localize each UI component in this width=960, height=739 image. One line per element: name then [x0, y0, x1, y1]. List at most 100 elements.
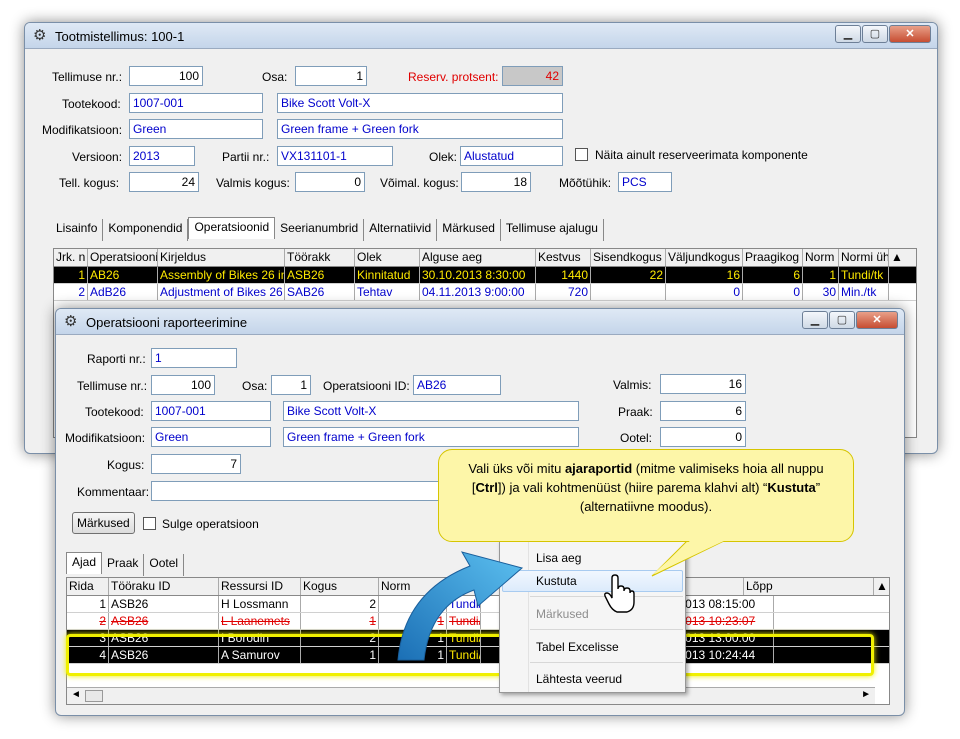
unit-field[interactable]: PCS [618, 172, 672, 192]
scroll-thumb[interactable] [85, 690, 103, 702]
maximize-button[interactable]: ▢ [862, 25, 888, 43]
done-field[interactable]: 16 [660, 374, 746, 394]
order-no-field[interactable]: 100 [129, 66, 203, 86]
scrap-field[interactable]: 6 [660, 401, 746, 421]
tab-alternatiivid[interactable]: Alternatiivid [364, 219, 438, 241]
product-name-field[interactable]: Bike Scott Volt-X [277, 93, 563, 113]
report-titlebar[interactable]: ⚙ Operatsiooni raporteerimine ▁ ▢ ✕ [56, 309, 904, 335]
close-operation-checkbox[interactable] [143, 517, 156, 530]
cell: 30.10.2013 8:30:00 [420, 267, 536, 283]
col-header[interactable]: Olek [355, 249, 420, 266]
modification-label: Modifikatsioon: [65, 431, 146, 445]
close-button[interactable]: ✕ [856, 311, 898, 329]
menu-item-export-excel[interactable]: Tabel Excelisse [536, 640, 619, 654]
reserve-field: 42 [502, 66, 563, 86]
col-header[interactable]: Kogus [301, 578, 379, 595]
part-field[interactable]: 1 [271, 375, 311, 395]
table-row[interactable]: 1 AB26 Assembly of Bikes 26 in ASB26 Kin… [54, 267, 916, 284]
waiting-field[interactable]: 0 [660, 427, 746, 447]
done-qty-field[interactable]: 0 [295, 172, 365, 192]
qty-field[interactable]: 7 [151, 454, 241, 474]
modification-field[interactable]: Green [151, 427, 271, 447]
col-header[interactable]: Lõpp [744, 578, 874, 595]
order-qty-field[interactable]: 24 [129, 172, 199, 192]
notes-button[interactable]: Märkused [72, 512, 135, 534]
menu-item-reset-columns[interactable]: Lähtesta veerud [536, 672, 622, 686]
batch-no-field[interactable]: VX131101-1 [277, 146, 393, 166]
close-button[interactable]: ✕ [889, 25, 931, 43]
order-no-label: Tellimuse nr.: [52, 70, 123, 84]
scroll-right-arrow[interactable]: ► [861, 689, 871, 700]
main-titlebar[interactable]: ⚙ Tootmistellimus: 100-1 ▁ ▢ ✕ [25, 23, 937, 49]
col-header[interactable]: Ressursi ID [219, 578, 301, 595]
version-field[interactable]: 2013 [129, 146, 195, 166]
menu-item-delete-highlight[interactable] [502, 570, 683, 592]
comment-field[interactable] [151, 481, 451, 501]
show-unreserved-checkbox[interactable] [575, 148, 588, 161]
unit-label: Mõõtühik: [559, 176, 612, 190]
cell: Tundi/tk [839, 267, 889, 283]
tab-seerianumbrid[interactable]: Seerianumbrid [275, 219, 365, 241]
maximize-button[interactable]: ▢ [829, 311, 855, 329]
product-code-field[interactable]: 1007-001 [151, 401, 271, 421]
minimize-button[interactable]: ▁ [802, 311, 828, 329]
menu-item-add-time[interactable]: Lisa aeg [536, 551, 581, 565]
order-no-field[interactable]: 100 [151, 375, 215, 395]
menu-item-delete[interactable]: Kustuta [536, 574, 577, 588]
tab-tellimuse-ajalugu[interactable]: Tellimuse ajalugu [500, 219, 604, 241]
reserve-label: Reserv. protsent: [408, 70, 499, 84]
col-header[interactable]: Praagikog [743, 249, 803, 266]
table-row[interactable]: 2ASB26L Laanemets11Tundi/3 09:23:0714.11… [67, 613, 889, 630]
tab-ajad[interactable]: Ajad [66, 552, 103, 574]
col-header[interactable]: Sisendkogus [591, 249, 666, 266]
instruction-callout: Vali üks või mitu ajaraportid (mitme val… [438, 449, 854, 542]
col-header[interactable]: Kirjeldus [158, 249, 285, 266]
callout-bold: Kustuta [767, 480, 816, 495]
tab-komponendid[interactable]: Komponendid [103, 219, 189, 241]
modification-name-field[interactable]: Green frame + Green fork [283, 427, 579, 447]
hand-cursor-icon [604, 574, 635, 613]
col-header[interactable]: Rida [67, 578, 109, 595]
done-qty-label: Valmis kogus: [216, 176, 290, 190]
possible-qty-field[interactable]: 18 [461, 172, 531, 192]
col-header[interactable]: Operatsiooni [88, 249, 158, 266]
horizontal-scrollbar[interactable]: ◄ ► [67, 687, 875, 704]
report-no-field[interactable]: 1 [151, 348, 237, 368]
col-header[interactable]: Alguse aeg [420, 249, 536, 266]
scroll-left-arrow[interactable]: ◄ [71, 689, 81, 700]
order-no-label: Tellimuse nr.: [77, 379, 148, 393]
col-header[interactable]: Norm [379, 578, 447, 595]
cell: Kinnitatud [355, 267, 420, 283]
minimize-button[interactable]: ▁ [835, 25, 861, 43]
op-id-label: Operatsiooni ID: [323, 379, 410, 393]
product-name-field[interactable]: Bike Scott Volt-X [283, 401, 579, 421]
modification-field[interactable]: Green [129, 119, 263, 139]
col-header[interactable]: Tööraku ID [109, 578, 219, 595]
status-field[interactable]: Alustatud [460, 146, 563, 166]
scroll-up-arrow[interactable]: ▲ [889, 249, 903, 266]
modification-name-field[interactable]: Green frame + Green fork [277, 119, 563, 139]
waiting-label: Ootel: [620, 431, 653, 445]
op-id-field[interactable]: AB26 [413, 375, 501, 395]
col-header[interactable]: Töörakk [285, 249, 355, 266]
scroll-up-arrow[interactable]: ▲ [874, 578, 888, 595]
table-row[interactable]: 4ASB26A Samurov11Tundi/3 09:19:4414.11.2… [67, 647, 889, 664]
col-header[interactable]: Väljundkogus [666, 249, 743, 266]
table-row[interactable]: 1ASB26H Lossmann21Tundi/3 06:10:0014.11.… [67, 596, 889, 613]
tab-operatsioonid[interactable]: Operatsioonid [188, 217, 276, 239]
cell: ASB26 [109, 596, 219, 612]
col-header[interactable]: Jrk. n [54, 249, 88, 266]
col-header[interactable]: Norm [803, 249, 839, 266]
tab-lisainfo[interactable]: Lisainfo [51, 219, 104, 241]
col-header[interactable]: Kestvus [536, 249, 591, 266]
product-code-field[interactable]: 1007-001 [129, 93, 263, 113]
cell: ASB26 [109, 647, 219, 663]
cell: 1 [379, 613, 447, 629]
tab-markused[interactable]: Märkused [437, 219, 501, 241]
col-header[interactable]: Normi üh [839, 249, 889, 266]
part-field[interactable]: 1 [295, 66, 367, 86]
table-row[interactable]: 2 AdB26 Adjustment of Bikes 26 SAB26 Teh… [54, 284, 916, 301]
tab-ootel[interactable]: Ootel [144, 554, 185, 576]
tab-praak[interactable]: Praak [102, 554, 145, 576]
table-row[interactable]: 3ASB26I Borodin21Tundi/3 10:50:0014.11.2… [67, 630, 889, 647]
